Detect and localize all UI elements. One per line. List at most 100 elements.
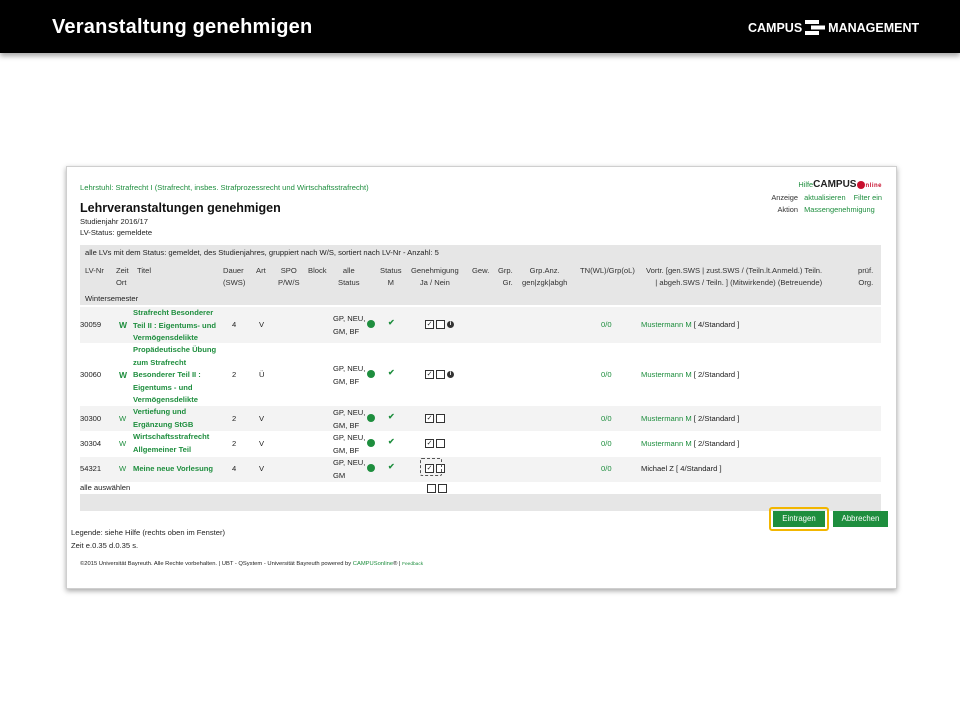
cancel-button[interactable]: Abbrechen bbox=[833, 511, 888, 527]
lecturer-link[interactable]: Mustermann M bbox=[641, 414, 692, 423]
approve-yes-checkbox[interactable]: ✓ bbox=[425, 413, 434, 423]
row-lecturer: Michael Z [ 4/Standard ] bbox=[641, 464, 722, 473]
col-grp-anz[interactable]: Grp.Anz. gen|zgk|abgh bbox=[522, 265, 567, 289]
row-nr: 30300 bbox=[80, 414, 102, 423]
row-sws: 2 bbox=[232, 439, 237, 448]
campusonline-link[interactable]: CAMPUSonline bbox=[353, 561, 393, 567]
col-grp[interactable]: Grp. Gr. bbox=[498, 265, 513, 289]
anzeige-label: Anzeige bbox=[771, 193, 799, 202]
lecturer-link[interactable]: Mustermann M bbox=[641, 320, 692, 329]
check-icon: ✔ bbox=[388, 368, 395, 377]
study-year: Studienjahr 2016/17 bbox=[80, 217, 148, 226]
feedback-link[interactable]: Feedback bbox=[402, 562, 423, 567]
approve-no-checkbox[interactable] bbox=[436, 369, 445, 379]
filter-link[interactable]: Filter ein bbox=[854, 193, 882, 202]
row-art: V bbox=[259, 439, 265, 448]
row-title-link[interactable]: Wirtschaftsstrafrecht Allgemeiner Teil bbox=[133, 431, 209, 456]
col-genehmigung[interactable]: Genehmigung Ja / Nein bbox=[411, 265, 459, 289]
col-spo[interactable]: SPO P/W/S bbox=[278, 265, 300, 289]
approval-cell: ✓ i bbox=[425, 319, 454, 329]
status-dot-icon bbox=[367, 320, 375, 328]
status-dot-icon bbox=[367, 414, 375, 422]
row-zeit: W bbox=[119, 414, 127, 423]
row-alle-status: GP, NEU, GM, BF bbox=[333, 364, 366, 386]
lecturer-link[interactable]: Mustermann M bbox=[641, 439, 692, 448]
check-icon: ✔ bbox=[388, 412, 395, 421]
lecturer-link[interactable]: Mustermann M bbox=[641, 370, 692, 379]
slide-header: Veranstaltung genehmigen CAMPUS MANAGEME… bbox=[0, 0, 960, 53]
status-dot-icon bbox=[367, 464, 375, 472]
chair-link[interactable]: Lehrstuhl: Strafrecht I (Strafrecht, ins… bbox=[80, 183, 369, 192]
online-text: nline bbox=[865, 183, 882, 189]
col-pruef-org[interactable]: prüf. Org. bbox=[858, 265, 873, 289]
row-sws: 2 bbox=[232, 370, 237, 379]
row-title-link[interactable]: Meine neue Vorlesung bbox=[133, 463, 213, 476]
row-nr: 30059 bbox=[80, 320, 102, 329]
approval-cell: ✓ bbox=[425, 413, 447, 423]
focus-indicator bbox=[420, 458, 442, 476]
select-all-no-checkbox[interactable] bbox=[438, 483, 447, 493]
row-sws: 2 bbox=[232, 414, 237, 423]
row-zeit: W bbox=[119, 320, 128, 330]
approve-no-checkbox[interactable] bbox=[436, 319, 445, 329]
col-art[interactable]: Art bbox=[256, 265, 266, 277]
legend-text: Legende: siehe Hilfe (rechts oben im Fen… bbox=[71, 528, 226, 537]
row-tn[interactable]: 0/0 bbox=[601, 369, 612, 382]
row-title-link[interactable]: Propädeutische Übung zum Strafrecht Besond… bbox=[133, 344, 216, 407]
approve-yes-checkbox[interactable]: ✓ bbox=[425, 438, 434, 448]
approve-no-checkbox[interactable] bbox=[436, 438, 445, 448]
row-tn[interactable]: 0/0 bbox=[601, 438, 612, 451]
row-nr: 54321 bbox=[80, 464, 102, 473]
col-tn[interactable]: TN(WL)/Grp(oL) bbox=[580, 265, 635, 277]
col-vortragende[interactable]: Vortr. [gen.SWS | zust.SWS / (Teiln.lt.A… bbox=[646, 265, 822, 289]
select-all-yes-checkbox[interactable] bbox=[427, 483, 436, 493]
col-titel[interactable]: Titel bbox=[137, 265, 151, 277]
approval-cell: ✓ bbox=[425, 438, 447, 448]
approve-yes-checkbox[interactable]: ✓ bbox=[425, 369, 434, 379]
row-nr: 30304 bbox=[80, 439, 102, 448]
col-lvnr[interactable]: LV-Nr bbox=[85, 265, 104, 277]
row-zeit: W bbox=[119, 439, 127, 448]
row-alle-status: GP, NEU, GM, BF bbox=[333, 408, 366, 430]
submit-button[interactable]: Eintragen bbox=[773, 511, 825, 527]
select-all-label: alle auswählen bbox=[80, 483, 131, 492]
col-zeit[interactable]: Zeit Ort bbox=[116, 265, 129, 289]
row-art: V bbox=[259, 464, 265, 473]
campusonline-logo: CAMPUS bbox=[813, 179, 857, 190]
row-art: V bbox=[259, 320, 265, 329]
col-dauer[interactable]: Dauer (SWS) bbox=[223, 265, 245, 289]
lv-status: LV-Status: gemeldete bbox=[80, 228, 153, 237]
timing-text: Zeit e.0.35 d.0.35 s. bbox=[71, 541, 139, 550]
approve-yes-checkbox[interactable]: ✓ bbox=[425, 319, 434, 329]
col-alle-status[interactable]: alle Status bbox=[338, 265, 360, 289]
row-alle-status: GP, NEU, GM bbox=[333, 458, 366, 480]
table-footer-bar bbox=[80, 494, 881, 511]
aktion-label: Aktion bbox=[777, 205, 799, 214]
help-link[interactable]: Hilfe bbox=[798, 180, 813, 189]
mass-approval-link[interactable]: Massengenehmigung bbox=[804, 205, 875, 214]
select-all-cell bbox=[427, 483, 449, 493]
col-status-m[interactable]: Status M bbox=[380, 265, 402, 289]
row-zeit: W bbox=[119, 370, 128, 380]
summary-text: alle LVs mit dem Status: gemeldet, des S… bbox=[85, 248, 439, 257]
row-alle-status: GP, NEU, GM, BF bbox=[333, 433, 366, 455]
col-gew[interactable]: Gew. bbox=[472, 265, 489, 277]
row-title-link[interactable]: Vertiefung und Ergänzung StGB bbox=[133, 406, 193, 431]
screenshot-panel: Lehrstuhl: Strafrecht I (Strafrecht, ins… bbox=[66, 166, 897, 589]
row-tn[interactable]: 0/0 bbox=[601, 413, 612, 426]
info-icon[interactable]: i bbox=[447, 370, 454, 378]
row-tn[interactable]: 0/0 bbox=[601, 319, 612, 332]
row-title-link[interactable]: Strafrecht Besonderer Teil II : Eigentums… bbox=[133, 307, 216, 345]
footer: ©2015 Universität Bayreuth. Alle Rechte … bbox=[80, 561, 424, 567]
col-block[interactable]: Block bbox=[308, 265, 327, 277]
refresh-link[interactable]: aktualisieren bbox=[804, 193, 846, 202]
row-zeit: W bbox=[119, 464, 127, 473]
brand-mark-icon bbox=[805, 20, 826, 35]
row-tn[interactable]: 0/0 bbox=[601, 463, 612, 476]
semester-row-bg bbox=[80, 291, 881, 305]
row-lecturer: Mustermann M [ 2/Standard ] bbox=[641, 370, 740, 379]
approve-no-checkbox[interactable] bbox=[436, 413, 445, 423]
info-icon[interactable]: i bbox=[447, 320, 454, 328]
row-sws: 4 bbox=[232, 320, 237, 329]
row-lecturer: Mustermann M [ 4/Standard ] bbox=[641, 320, 740, 329]
